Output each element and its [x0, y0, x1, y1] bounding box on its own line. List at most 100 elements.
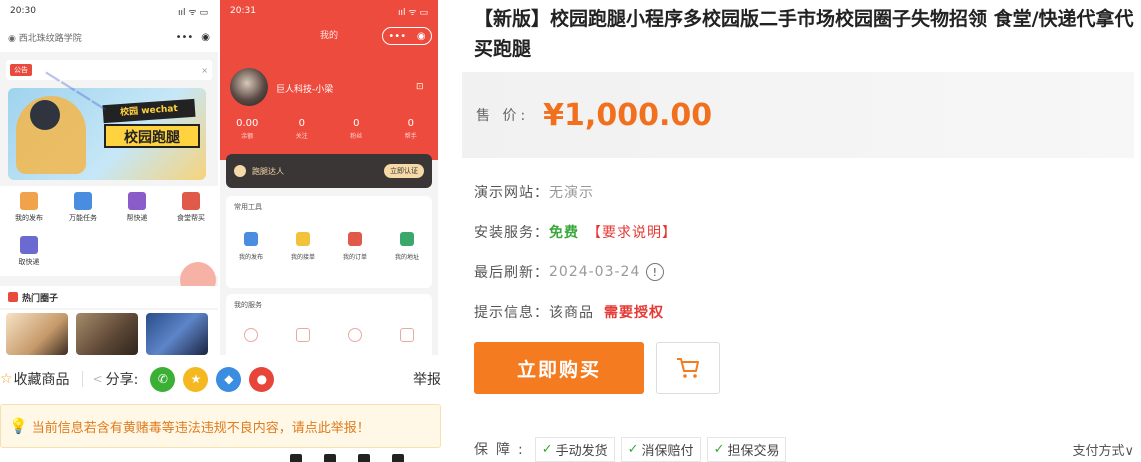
service-icon — [348, 328, 362, 342]
stat-item: 0 帮手 — [384, 118, 439, 140]
report-link[interactable]: 举报 — [413, 369, 441, 389]
orders-icon — [348, 232, 362, 246]
tool-label: 我的订单 — [342, 254, 367, 261]
demo-label: 演示网站： — [474, 185, 549, 201]
wechat-share-button[interactable]: ✆ — [150, 366, 176, 392]
install-value: 免费 — [549, 225, 579, 241]
stat-label: 余额 — [241, 133, 254, 140]
profile-stats: 0.00 余额 0 关注 0 粉丝 0 帮手 — [220, 118, 438, 140]
edit-icon: ⊡ — [416, 82, 424, 92]
grid-item-label: 帮快递 — [126, 214, 148, 222]
report-warning[interactable]: 💡 当前信息若含有黄赌毒等违法违规不良内容，请点此举报！ — [0, 404, 441, 448]
status-time: 20:31 — [230, 6, 256, 16]
banner-tagline: 校园 wechat — [102, 98, 196, 124]
tool-label: 我的地址 — [394, 254, 419, 261]
circle-thumbnail — [6, 313, 68, 355]
grid-item: 帮快递 — [110, 192, 164, 223]
service-icon — [400, 328, 414, 342]
hot-circles-header: 热门圈子 — [0, 286, 218, 308]
grid-item: 食堂帮买 — [164, 192, 218, 223]
banner-figure-head — [30, 100, 60, 130]
weibo-share-button[interactable]: ● — [249, 366, 275, 392]
circle-thumbnail — [76, 313, 138, 355]
share-icon: < — [92, 372, 103, 386]
location-icon — [400, 232, 414, 246]
install-row: 安装服务： 免费 【要求说明】 — [474, 220, 677, 244]
guarantee-text: 手动发货 — [555, 443, 608, 459]
tool-item: 我的接单 — [278, 232, 328, 261]
auth-required: 需要授权 — [604, 305, 664, 321]
publish-icon — [244, 232, 258, 246]
notice-tag: 公告 — [10, 64, 32, 76]
qzone-share-button[interactable]: ★ — [183, 366, 209, 392]
grid-item: 万能任务 — [56, 192, 110, 223]
home-banner: 校园 wechat 校园跑腿 — [8, 88, 206, 180]
install-explain-link[interactable]: 【要求说明】 — [587, 222, 677, 242]
guarantee-tag: ✓ 手动发货 — [534, 436, 615, 462]
lightbulb-icon: 💡 — [9, 417, 28, 435]
close-icon: ◉ — [201, 31, 210, 43]
tip-value: 该商品 — [549, 305, 594, 321]
refresh-row: 最后刷新： 2024-03-24 ! — [474, 260, 665, 284]
info-icon[interactable]: ! — [646, 263, 665, 281]
canteen-icon — [182, 192, 200, 210]
check-icon: ✓ — [713, 441, 725, 457]
qq-share-button[interactable]: ◆ — [216, 366, 242, 392]
tool-item: 我的地址 — [382, 232, 432, 261]
hot-circles-title: 热门圈子 — [22, 293, 59, 304]
guarantee-text: 消保赔付 — [641, 443, 694, 459]
stat-item: 0 关注 — [275, 118, 330, 140]
avatar — [230, 68, 268, 106]
services-card: 我的服务 — [226, 294, 432, 355]
notice-bar: 公告 × — [6, 60, 212, 80]
certify-button: 立即认证 — [384, 164, 424, 178]
notice-close-icon: × — [201, 65, 208, 75]
runner-cert-bar: 跑腿达人 立即认证 — [226, 154, 432, 188]
grid-item: 取快递 — [2, 236, 56, 267]
order-take-icon — [296, 232, 310, 246]
express-icon — [128, 192, 146, 210]
stat-value: 0 — [407, 118, 414, 129]
payment-methods-dropdown[interactable]: 支付方式∨ — [1072, 440, 1134, 459]
services-title: 我的服务 — [234, 301, 262, 309]
status-bar: 20:30 ııl ᯤ ▭ — [0, 0, 218, 22]
stat-value: 0 — [353, 118, 360, 129]
miniprogram-capsule: ••• ◉ — [382, 27, 432, 45]
favorite-star-icon[interactable]: ☆ — [0, 371, 13, 387]
share-bar: ☆ 收藏商品 < 分享: ✆ ★ ◆ ● 举报 — [0, 362, 445, 396]
tool-label: 我的发布 — [238, 254, 263, 261]
fire-icon — [8, 292, 18, 302]
check-icon: ✓ — [627, 441, 639, 457]
tool-label: 我的接单 — [290, 254, 315, 261]
refresh-label: 最后刷新： — [474, 265, 549, 281]
location-bar: ◉ 西北珠纹路学院 ••• ◉ — [0, 22, 218, 52]
tool-item: 我的订单 — [330, 232, 380, 261]
buy-now-button[interactable]: 立即购买 — [474, 342, 644, 394]
status-icons: ııl ᯤ ▭ — [178, 7, 208, 18]
product-title: 【新版】校园跑腿小程序多校园版二手市场校园圈子失物招领 食堂/快递代拿代买跑腿 — [474, 8, 1134, 60]
stat-item: 0.00 余额 — [220, 118, 275, 140]
grid-item-label: 我的发布 — [15, 214, 43, 222]
add-to-cart-button[interactable] — [656, 342, 720, 394]
product-page: { "phone_left": { "status_time": "20:30"… — [0, 0, 1141, 462]
runner-bar-label: 跑腿达人 — [252, 166, 284, 176]
tip-row: 提示信息： 该商品 需要授权 — [474, 300, 664, 324]
stat-value: 0 — [298, 118, 305, 129]
favorite-link[interactable]: 收藏商品 — [14, 369, 70, 389]
demo-row: 演示网站： 无演示 — [474, 180, 594, 204]
tools-title: 常用工具 — [234, 203, 262, 211]
guarantee-tag: ✓ 消保赔付 — [620, 436, 701, 462]
grid-item-label: 食堂帮买 — [177, 214, 205, 222]
close-icon: ◉ — [416, 30, 426, 42]
status-bar: 20:31 ııl ᯤ ▭ — [220, 0, 438, 22]
check-icon: ✓ — [541, 441, 553, 457]
tools-card: 常用工具 我的发布 我的接单 我的订单 我的地址 — [226, 196, 432, 288]
publish-icon — [20, 192, 38, 210]
tool-item: 我的发布 — [226, 232, 276, 261]
tip-label: 提示信息： — [474, 305, 549, 321]
feature-grid: 我的发布 万能任务 帮快递 食堂帮买 取快递 — [0, 186, 218, 276]
grid-item-label: 取快递 — [18, 258, 40, 266]
status-time: 20:30 — [10, 6, 36, 16]
miniprogram-capsule: ••• ◉ — [176, 32, 210, 43]
grid-item-label: 万能任务 — [69, 214, 97, 222]
